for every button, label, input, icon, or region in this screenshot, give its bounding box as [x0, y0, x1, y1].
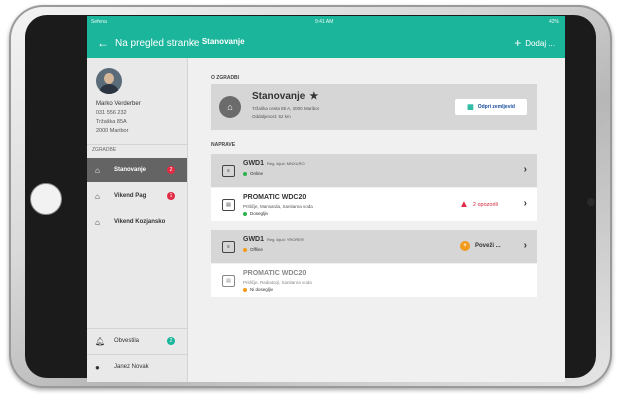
home-button[interactable] — [30, 183, 62, 215]
alert-indicator[interactable]: ▲ 2 opozorili — [459, 199, 498, 210]
home-icon: ⌂ — [95, 217, 100, 227]
sidebar-item-user[interactable]: ● Janez Novak — [87, 354, 187, 379]
warning-icon: ▲ — [459, 199, 469, 210]
building-address: Tržaška cesta 85 A, 2000 Maribor — [252, 106, 320, 111]
back-label: Na pregled stranke — [115, 37, 200, 49]
sidebar: Marko Verderber 031 556 232 Tržaška 85A … — [87, 58, 188, 382]
device-row-gateway[interactable]: ≡ GWD1 Reg. ključ: MNXURO Online › — [211, 154, 537, 187]
carrier: Sefena — [91, 19, 107, 25]
user-profile: Marko Verderber 031 556 232 Tržaška 85A … — [96, 100, 141, 136]
main-content: O ZGRADBI ⌂ Stanovanje ★ Tržaška cesta 85… — [188, 58, 565, 382]
building-title: Stanovanje ★ — [252, 91, 318, 102]
arrow-left-icon: ← — [97, 36, 109, 50]
add-button[interactable]: + Dodaj ... — [514, 36, 555, 50]
map-icon: ▦ — [467, 104, 474, 111]
chevron-right-icon[interactable]: › — [524, 240, 527, 251]
section-title-building: O ZGRADBI — [211, 75, 240, 81]
add-label: Dodaj ... — [525, 38, 555, 48]
controller-icon: ▤ — [222, 275, 235, 287]
building-card: ⌂ Stanovanje ★ Tržaška cesta 85 A, 2000 M… — [211, 84, 537, 130]
gateway-icon: ≡ — [222, 241, 235, 253]
device-name: PROMATIC WDC20 — [243, 270, 307, 277]
device-name: GWD1 — [243, 236, 264, 243]
page-title: ⌂ Stanovanje — [191, 37, 245, 46]
home-icon: ⌂ — [219, 96, 241, 118]
open-map-label: Odpri zemljevid — [477, 104, 515, 110]
status-dot-icon — [243, 171, 247, 176]
gateway-icon: ≡ — [222, 165, 235, 177]
device-row-controller[interactable]: ▤ PROMATIC WDC20 Pritličje, Radiatorji, … — [211, 264, 537, 297]
device-status: Dosegljiv — [243, 211, 268, 216]
device-description: Pritličje, Mansarda, Sanitarna voda — [243, 204, 313, 209]
user-name: Marko Verderber — [96, 101, 141, 107]
device-status: Ni dosegljiv — [243, 287, 273, 292]
device-reg-key: Reg. ključ: YRORER — [267, 237, 304, 242]
user-street: Tržaška 85A — [96, 119, 127, 125]
camera-icon — [587, 198, 595, 206]
bell-icon: 🔔︎ — [95, 336, 106, 346]
star-icon[interactable]: ★ — [309, 91, 318, 102]
notification-badge: 2 — [167, 166, 175, 174]
home-icon: ⌂ — [191, 37, 196, 46]
top-navbar: ← Na pregled stranke ⌂ Stanovanje + Doda… — [87, 28, 565, 58]
chevron-right-icon[interactable]: › — [524, 198, 527, 209]
device-row-controller[interactable]: ▤ PROMATIC WDC20 Pritličje, Mansarda, Sa… — [211, 188, 537, 221]
app-screen: Sefena 9:41 AM 42% ← Na pregled stranke … — [87, 16, 565, 382]
device-name: GWD1 — [243, 160, 264, 167]
user-phone: 031 556 232 — [96, 110, 127, 116]
sidebar-item-label: Janez Novak — [114, 364, 149, 370]
notification-badge: 2 — [167, 337, 175, 345]
sidebar-item-stanovanje[interactable]: ⌂ Stanovanje 2 — [87, 158, 187, 182]
connect-button[interactable]: + Poveži ... — [460, 241, 501, 251]
device-name: PROMATIC WDC20 — [243, 194, 307, 201]
status-dot-icon — [243, 247, 247, 252]
user-city: 2000 Maribor — [96, 128, 129, 134]
notification-badge: 1 — [167, 192, 175, 200]
status-dot-icon — [243, 211, 247, 216]
sidebar-item-label: Vikend Kozjansko — [114, 219, 166, 225]
plus-icon: + — [460, 241, 470, 251]
device-reg-key: Reg. ključ: MNXURO — [267, 161, 305, 166]
section-title-devices: NAPRAVE — [211, 142, 236, 148]
home-icon: ⌂ — [95, 191, 100, 201]
sidebar-item-obvestila[interactable]: 🔔︎ Obvestila 2 — [87, 328, 187, 353]
building-distance: Oddaljenost: 52 km — [252, 114, 291, 119]
device-status: Offline — [243, 247, 263, 252]
sidebar-section-label: ZGRADBE — [87, 144, 187, 154]
open-map-button[interactable]: ▦ Odpri zemljevid — [455, 99, 527, 115]
user-avatar-icon: ● — [95, 362, 100, 372]
sidebar-item-label: Obvestila — [114, 338, 140, 344]
home-icon: ⌂ — [95, 165, 100, 175]
page-title-text: Stanovanje — [201, 37, 245, 46]
building-name: Stanovanje — [252, 91, 306, 102]
sidebar-item-label: Vikend Pag — [114, 193, 147, 199]
device-row-gateway[interactable]: ≡ GWD1 Reg. ključ: YRORER Offline + Poveži… — [211, 230, 537, 263]
plus-icon: + — [514, 36, 522, 50]
sidebar-item-vikend-pag[interactable]: ⌂ Vikend Pag 1 — [87, 184, 187, 208]
chevron-right-icon[interactable]: › — [524, 164, 527, 175]
device-description: Pritličje, Radiatorji, Sanitarna voda — [243, 280, 312, 285]
avatar[interactable] — [96, 68, 122, 94]
controller-icon: ▤ — [222, 199, 235, 211]
sidebar-item-label: Stanovanje — [114, 167, 147, 173]
battery: 42% — [548, 19, 559, 25]
back-button[interactable]: ← Na pregled stranke — [97, 36, 200, 50]
status-bar: Sefena 9:41 AM 42% — [87, 16, 565, 28]
clock: 9:41 AM — [315, 19, 334, 25]
device-status: Online — [243, 171, 263, 176]
sidebar-item-vikend-kozjansko[interactable]: ⌂ Vikend Kozjansko — [87, 210, 187, 234]
status-dot-icon — [243, 287, 247, 292]
